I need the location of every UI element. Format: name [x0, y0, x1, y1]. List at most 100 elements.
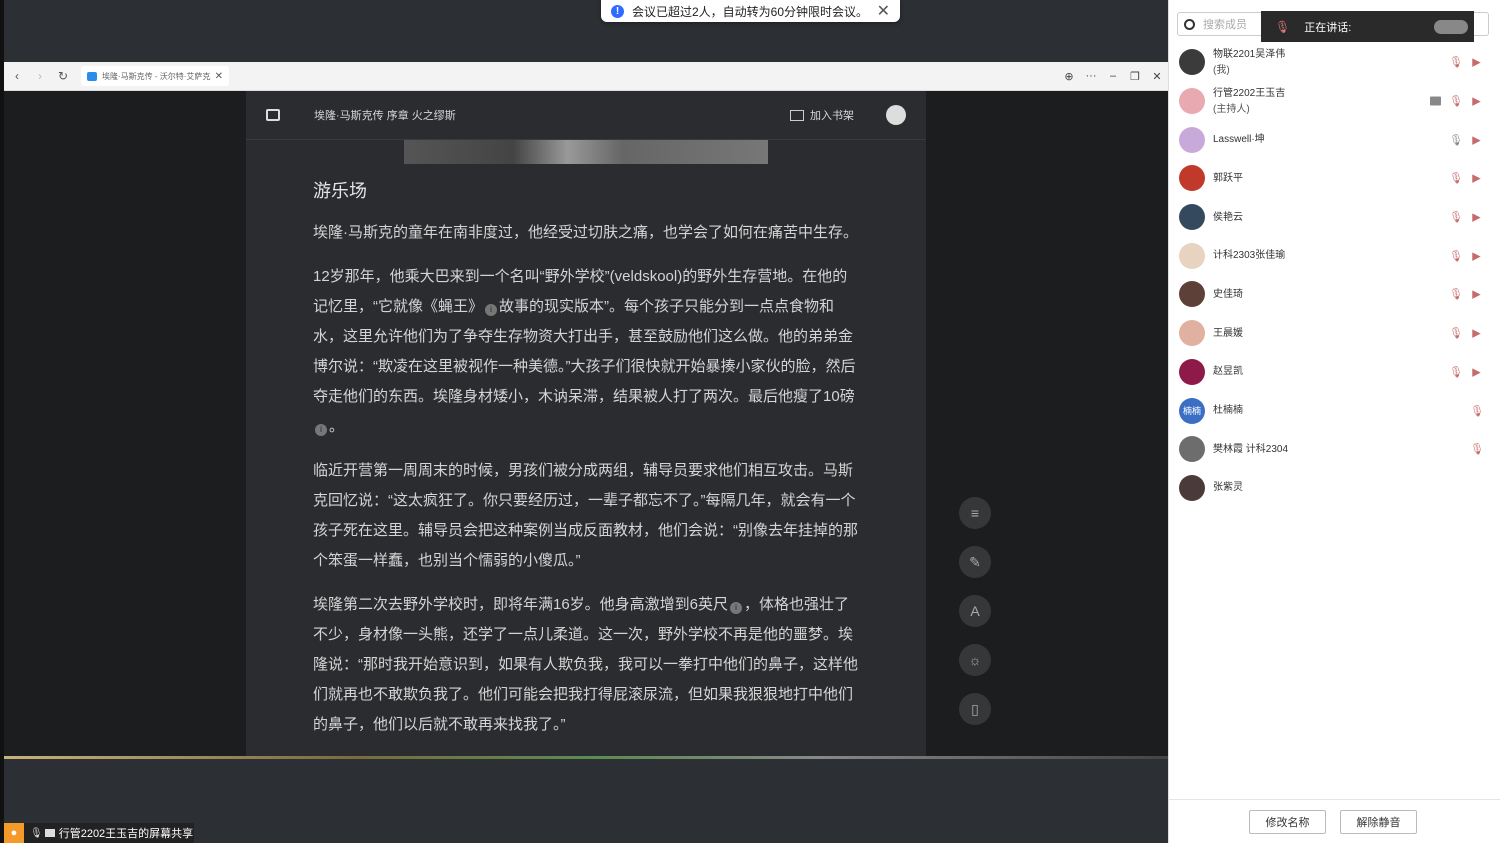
camera-off-icon[interactable]: ▶ — [1470, 249, 1483, 262]
camera-off-icon[interactable]: ▶ — [1470, 95, 1483, 108]
avatar — [1179, 49, 1205, 76]
screen-share-icon — [1430, 96, 1441, 106]
member-row[interactable]: 侯艳云 🎙 ▶ — [1169, 198, 1500, 237]
camera-off-icon[interactable]: ▶ — [1470, 211, 1483, 224]
mobile-icon[interactable]: ▯ — [959, 693, 991, 725]
info-icon: ! — [611, 4, 624, 18]
paragraph: 12岁那年，他乘大巴来到一个名叫“野外学校”(veldskool)的野外生存营地… — [313, 268, 856, 436]
font-icon[interactable]: A — [959, 595, 991, 627]
member-row[interactable]: 行管2202王玉吉 (主持人) 🎙 ▶ — [1169, 82, 1500, 121]
avatar — [1179, 126, 1205, 153]
note-icon[interactable]: ✎ — [959, 546, 991, 578]
avatar — [1179, 358, 1205, 385]
more-icon[interactable]: ··· — [1080, 70, 1102, 82]
screen-icon — [44, 829, 55, 837]
mic-muted-icon[interactable]: 🎙 — [1449, 365, 1463, 378]
member-role: (我) — [1213, 65, 1230, 77]
mic-muted-icon[interactable]: 🎙 — [1449, 172, 1463, 185]
footnote-icon[interactable]: i — [730, 602, 743, 614]
book-icon[interactable] — [266, 109, 280, 121]
member-name: 行管2202王玉吉 — [1213, 88, 1286, 100]
member-list: 物联2201吴泽伟 (我) 🎙 ▶ 行管2202王玉吉 (主持人) 🎙 ▶ Lasswell·坤… — [1169, 43, 1500, 507]
member-row[interactable]: 计科2303张佳瑜 🎙 ▶ — [1169, 236, 1500, 275]
meeting-window: ! 会议已超过2人，自动转为60分钟限时会议。 ✕ ‹ › ↻ 埃隆·马斯克传 … — [0, 0, 1500, 843]
mic-muted-icon[interactable]: 🎙 — [1470, 404, 1484, 417]
shelf-icon — [790, 109, 804, 121]
mic-muted-icon[interactable]: 🎙 — [1449, 327, 1463, 340]
search-icon — [1184, 18, 1195, 30]
footnote-icon[interactable]: i — [485, 304, 497, 316]
presenter-avatar-icon: ● — [4, 823, 24, 843]
speaking-avatars — [1434, 19, 1468, 34]
search-placeholder: 搜索成员 — [1203, 19, 1247, 31]
speaking-label: 正在讲话: — [1304, 21, 1352, 34]
member-name: Lasswell·坤 — [1213, 134, 1265, 146]
reload-button[interactable]: ↻ — [53, 69, 73, 83]
avatar — [1179, 165, 1205, 192]
member-row[interactable]: 樊林霞 计科2304 🎙 — [1169, 430, 1500, 469]
add-to-shelf-button[interactable]: 加入书架 — [790, 107, 854, 123]
member-row[interactable]: Lasswell·坤 🎙 ▶ — [1169, 120, 1500, 159]
camera-off-icon[interactable]: ▶ — [1470, 365, 1483, 378]
mic-icon[interactable]: 🎙 — [1449, 133, 1463, 146]
member-row[interactable]: 张紫灵 — [1169, 469, 1500, 508]
brightness-icon[interactable]: ☼ — [959, 644, 991, 676]
rename-button[interactable]: 修改名称 — [1249, 810, 1326, 834]
camera-off-icon[interactable]: ▶ — [1470, 327, 1483, 340]
member-name: 计科2303张佳瑜 — [1213, 250, 1286, 262]
paragraph: 埃隆·马斯克的童年在南非度过，他经受过切肤之痛，也学会了如何在痛苦中生存。 — [313, 224, 858, 241]
mic-muted-icon[interactable]: 🎙 — [1449, 249, 1463, 262]
member-name: 物联2201吴泽伟 — [1213, 49, 1286, 61]
forward-button[interactable]: › — [30, 69, 50, 83]
member-row[interactable]: 赵昱凯 🎙 ▶ — [1169, 353, 1500, 392]
unmute-button[interactable]: 解除静音 — [1340, 810, 1417, 834]
share-label-text: 行管2202王玉吉的屏幕共享 — [58, 828, 194, 840]
shelf-label: 加入书架 — [810, 110, 854, 122]
mic-muted-icon: 🎙 — [1275, 19, 1291, 34]
member-row[interactable]: 王晨媛 🎙 ▶ — [1169, 314, 1500, 353]
camera-off-icon[interactable]: ▶ — [1470, 56, 1483, 69]
mic-muted-icon: 🎙 — [30, 827, 43, 839]
avatar — [1179, 242, 1205, 269]
globe-icon[interactable]: ⊕ — [1058, 70, 1080, 83]
notice-text: 会议已超过2人，自动转为60分钟限时会议。 — [632, 4, 869, 19]
member-row[interactable]: 物联2201吴泽伟 (我) 🎙 ▶ — [1169, 43, 1500, 82]
mic-muted-icon[interactable]: 🎙 — [1470, 443, 1484, 456]
member-name: 张紫灵 — [1213, 482, 1243, 494]
camera-off-icon[interactable]: ▶ — [1470, 133, 1483, 146]
tab-title: 埃隆·马斯克传 - 沃尔特·艾萨克森 — [102, 71, 211, 81]
restore-button[interactable]: ❐ — [1124, 70, 1146, 83]
member-role: (主持人) — [1213, 104, 1250, 116]
reader-tools: ≡ ✎ A ☼ ▯ — [959, 497, 991, 742]
browser-tab[interactable]: 埃隆·马斯克传 - 沃尔特·艾萨克森 ✕ — [81, 66, 229, 86]
camera-off-icon[interactable]: ▶ — [1470, 288, 1483, 301]
close-window-button[interactable]: ✕ — [1146, 70, 1168, 83]
avatar — [1179, 474, 1205, 501]
panel-footer: 修改名称 解除静音 — [1169, 799, 1500, 843]
reader-header: 埃隆·马斯克传 序章 火之缪斯 加入书架 — [246, 91, 926, 140]
paragraph: 埃隆第二次去野外学校时，即将年满16岁。他身高激增到6英尺 i ，体格也强壮了不少，… — [313, 596, 858, 733]
member-name: 侯艳云 — [1213, 211, 1243, 223]
tab-close-icon[interactable]: ✕ — [215, 71, 223, 82]
close-icon[interactable]: ✕ — [877, 1, 890, 21]
member-row[interactable]: 楠楠 杜楠楠 🎙 — [1169, 391, 1500, 430]
browser-tabbar: ‹ › ↻ 埃隆·马斯克传 - 沃尔特·艾萨克森 ✕ ⊕ ··· – ❐ ✕ — [4, 62, 1168, 91]
mic-muted-icon[interactable]: 🎙 — [1449, 211, 1463, 224]
toc-icon[interactable]: ≡ — [959, 497, 991, 529]
page-content: 埃隆·马斯克传 序章 火之缪斯 加入书架 游乐场 埃隆·马斯克的童年在南非度过，… — [4, 91, 1168, 758]
footnote-icon[interactable]: i — [315, 424, 327, 436]
mic-muted-icon[interactable]: 🎙 — [1449, 56, 1463, 69]
user-avatar-icon[interactable] — [886, 105, 906, 125]
desktop-strip — [4, 756, 1168, 759]
mic-muted-icon[interactable]: 🎙 — [1449, 288, 1463, 301]
camera-off-icon[interactable]: ▶ — [1470, 172, 1483, 185]
mic-muted-icon[interactable]: 🎙 — [1449, 95, 1463, 108]
member-name: 王晨媛 — [1213, 327, 1243, 339]
member-name: 史佳琦 — [1213, 288, 1243, 300]
back-button[interactable]: ‹ — [7, 69, 27, 83]
member-row[interactable]: 郭跃平 🎙 ▶ — [1169, 159, 1500, 198]
avatar — [1179, 281, 1205, 308]
member-row[interactable]: 史佳琦 🎙 ▶ — [1169, 275, 1500, 314]
minimize-button[interactable]: – — [1102, 70, 1124, 82]
time-limit-notice: ! 会议已超过2人，自动转为60分钟限时会议。 ✕ — [601, 0, 900, 22]
